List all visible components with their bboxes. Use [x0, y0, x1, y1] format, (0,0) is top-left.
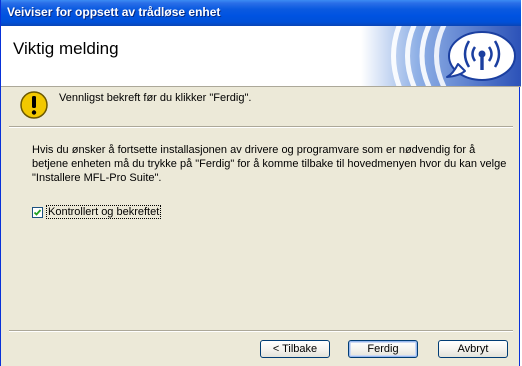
window-title: Veiviser for oppsett av trådløse enhet [7, 5, 221, 19]
title-bar[interactable]: Veiviser for oppsett av trådløse enhet [1, 0, 521, 26]
finish-button[interactable]: Ferdig [348, 340, 418, 358]
warning-row: Vennligst bekreft før du klikker "Ferdig… [1, 87, 521, 127]
wireless-signal-icon [361, 26, 521, 86]
confirm-checkbox-row[interactable]: Kontrollert og bekreftet [32, 204, 162, 220]
exclamation-warning-icon [20, 91, 48, 119]
instruction-text: Hvis du ønsker å fortsette installasjone… [32, 144, 507, 184]
back-button[interactable]: < Tilbake [260, 340, 330, 358]
divider [9, 126, 513, 128]
warning-message: Vennligst bekreft før du klikker "Ferdig… [59, 92, 252, 104]
checkmark-icon [33, 208, 42, 216]
page-title: Viktig melding [13, 39, 119, 58]
wizard-window: Veiviser for oppsett av trådløse enhet V… [0, 0, 521, 366]
confirm-checkbox[interactable] [32, 206, 43, 218]
cancel-button[interactable]: Avbryt [438, 340, 508, 358]
button-divider [9, 330, 513, 332]
wizard-header: Viktig melding [1, 26, 521, 87]
confirm-checkbox-label[interactable]: Kontrollert og bekreftet [46, 205, 162, 219]
